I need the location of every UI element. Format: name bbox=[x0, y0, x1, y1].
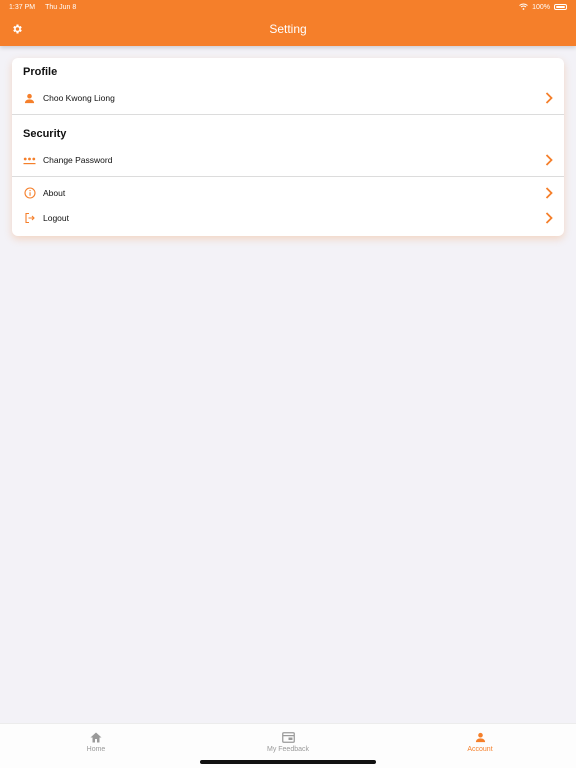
person-icon bbox=[23, 92, 36, 105]
about-row[interactable]: About bbox=[12, 182, 564, 204]
status-bar: 1:37 PM Thu Jun 8 100% bbox=[0, 0, 576, 14]
tab-home[interactable]: Home bbox=[0, 724, 192, 768]
logout-row[interactable]: Logout bbox=[12, 207, 564, 229]
security-section-title: Security bbox=[23, 128, 67, 140]
feedback-icon bbox=[281, 731, 295, 744]
wifi-icon bbox=[519, 3, 528, 12]
home-indicator bbox=[200, 760, 376, 764]
chevron-right-icon bbox=[544, 212, 554, 224]
header-bar: 1:37 PM Thu Jun 8 100% Setting bbox=[0, 0, 576, 46]
battery-icon bbox=[554, 4, 567, 10]
change-password-label: Change Password bbox=[43, 155, 113, 165]
page-title: Setting bbox=[269, 22, 307, 36]
logout-icon bbox=[23, 212, 36, 225]
tab-account[interactable]: Account bbox=[384, 724, 576, 768]
change-password-row[interactable]: Change Password bbox=[12, 149, 564, 171]
chevron-right-icon bbox=[544, 187, 554, 199]
status-right: 100% bbox=[519, 3, 567, 12]
tab-home-label: Home bbox=[86, 746, 106, 753]
profile-row[interactable]: Choo Kwong Liong bbox=[12, 87, 564, 109]
chevron-right-icon bbox=[544, 92, 554, 104]
info-icon bbox=[23, 187, 36, 200]
profile-section-title: Profile bbox=[23, 66, 58, 78]
status-date: Thu Jun 8 bbox=[45, 3, 77, 11]
tab-account-label: Account bbox=[467, 746, 493, 753]
chevron-right-icon bbox=[544, 154, 554, 166]
status-time: 1:37 PM bbox=[9, 3, 36, 11]
divider bbox=[12, 114, 564, 115]
home-icon bbox=[90, 731, 103, 744]
profile-name: Choo Kwong Liong bbox=[43, 93, 115, 103]
tab-my-feedback-label: My Feedback bbox=[266, 746, 310, 753]
about-label: About bbox=[43, 188, 66, 198]
battery-percent: 100% bbox=[532, 3, 550, 11]
person-icon bbox=[474, 731, 487, 744]
logout-label: Logout bbox=[43, 213, 69, 223]
settings-card: Profile Choo Kwong Liong Security Change… bbox=[12, 58, 564, 236]
password-dots-icon bbox=[23, 154, 36, 167]
divider bbox=[12, 176, 564, 177]
